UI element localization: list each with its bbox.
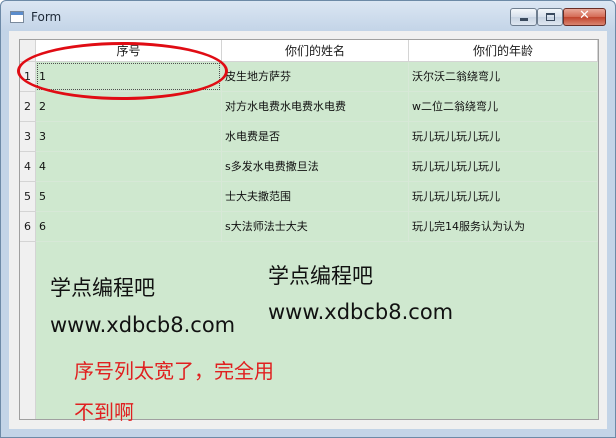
table-cell[interactable]: s多发水电费撒旦法	[222, 152, 409, 182]
watermark-left-title: 学点编程吧	[50, 276, 155, 300]
table-cell[interactable]: 水电费是否	[222, 122, 409, 152]
close-icon: ✕	[579, 8, 590, 23]
maximize-button[interactable]	[537, 8, 563, 26]
minimize-icon	[520, 18, 528, 21]
highlight-ellipse	[17, 42, 228, 100]
app-window-icon	[10, 11, 24, 23]
row-header[interactable]: 3	[20, 122, 36, 152]
table-cell[interactable]: 玩儿玩儿玩儿玩儿	[409, 152, 598, 182]
watermark-right-url: www.xdbcb8.com	[268, 300, 454, 324]
table-cell[interactable]: w二位二翁绕弯儿	[409, 92, 598, 122]
minimize-button[interactable]	[510, 8, 537, 26]
row-header[interactable]: 2	[20, 92, 36, 122]
table-cell[interactable]: 士大夫撒范围	[222, 182, 409, 212]
watermark-right-title: 学点编程吧	[268, 264, 373, 288]
table-cell[interactable]: 5	[36, 182, 222, 212]
table-cell[interactable]: 沃尔沃二翁绕弯儿	[409, 62, 598, 92]
column-header-age[interactable]: 你们的年龄	[409, 40, 598, 62]
annotation-text-line2: 不到啊	[74, 400, 134, 424]
row-header[interactable]: 5	[20, 182, 36, 212]
table-cell[interactable]: 玩儿完14服务认为认为	[409, 212, 598, 242]
table-cell[interactable]: 玩儿玩儿玩儿玩儿	[409, 122, 598, 152]
row-header-empty-area	[20, 242, 36, 419]
title-bar[interactable]: Form ✕	[1, 1, 615, 31]
table-cell[interactable]: 皮生地方萨芬	[222, 62, 409, 92]
table-cell[interactable]: 对方水电费水电费水电费	[222, 92, 409, 122]
table-cell[interactable]: 6	[36, 212, 222, 242]
close-button[interactable]: ✕	[563, 8, 606, 26]
table-cell[interactable]: s大法师法士大夫	[222, 212, 409, 242]
column-header-name[interactable]: 你们的姓名	[222, 40, 409, 62]
row-header[interactable]: 6	[20, 212, 36, 242]
table-cell[interactable]: 3	[36, 122, 222, 152]
table-cell[interactable]: 4	[36, 152, 222, 182]
annotation-text-line1: 序号列太宽了，完全用	[74, 359, 274, 383]
watermark-left-url: www.xdbcb8.com	[50, 313, 236, 337]
window-title: Form	[31, 10, 62, 24]
table-cell[interactable]: 玩儿玩儿玩儿玩儿	[409, 182, 598, 212]
maximize-icon	[546, 13, 555, 21]
row-header[interactable]: 4	[20, 152, 36, 182]
